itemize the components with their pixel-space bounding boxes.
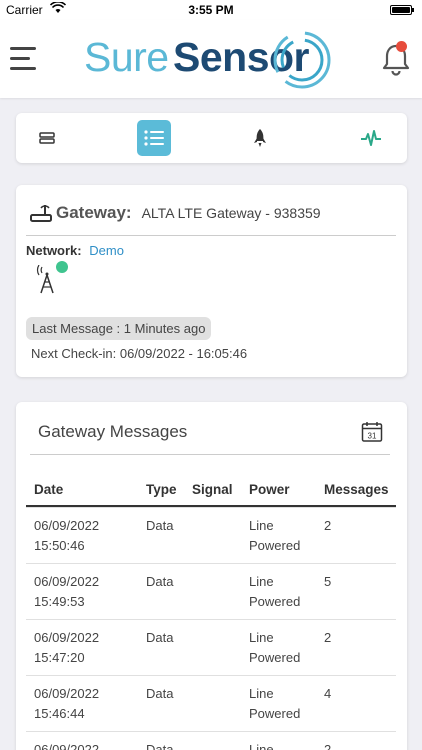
column-header-messages[interactable]: Messages xyxy=(324,480,394,500)
cell-date: 06/09/2022 15:46:44 xyxy=(34,686,100,721)
table-header: Date Type Signal Power Messages xyxy=(26,472,396,507)
cell-messages: 4 xyxy=(324,686,332,701)
battery-icon xyxy=(390,5,414,15)
cell-power: Line Powered xyxy=(249,574,301,609)
cell-power: Line Powered xyxy=(249,518,301,553)
cell-date: 06/09/2022 15:49:53 xyxy=(34,574,100,609)
network-label: Network: xyxy=(26,243,82,258)
cell-power: Line Powered xyxy=(249,686,301,721)
network-row: Network: Demo xyxy=(26,243,124,258)
gateway-name: ALTA LTE Gateway - 938359 xyxy=(141,205,321,221)
divider xyxy=(26,235,396,236)
table-row[interactable]: 06/09/2022 15:50:46 Data Line Powered 2 xyxy=(26,507,396,563)
last-message-badge: Last Message : 1 Minutes ago xyxy=(26,317,212,340)
messages-title: Gateway Messages xyxy=(38,422,188,441)
cell-tower-icon xyxy=(36,265,54,294)
gateway-messages-card: Gateway Messages 31 Date Type Signal Pow… xyxy=(16,402,407,750)
calendar-day: 31 xyxy=(368,432,377,441)
column-header-power[interactable]: Power xyxy=(249,480,321,500)
cell-messages: 2 xyxy=(324,518,332,533)
status-bar: Carrier 3:55 PM xyxy=(0,0,422,20)
gateway-card: Gateway: ALTA LTE Gateway - 938359 Netwo… xyxy=(16,185,407,377)
gateway-label: Gateway: xyxy=(56,203,132,222)
cell-messages: 2 xyxy=(324,742,332,750)
logo-sure-text: Sure xyxy=(84,34,169,80)
clock: 3:55 PM xyxy=(188,3,234,17)
view-tab-bar xyxy=(16,113,407,163)
table-row[interactable]: 06/09/2022 15:49:53 Data Line Powered 5 xyxy=(26,563,396,619)
rocket-icon xyxy=(254,129,266,147)
router-icon xyxy=(30,205,52,222)
cell-type: Data xyxy=(146,518,174,533)
network-link[interactable]: Demo xyxy=(89,243,124,258)
suresensor-logo: Sure Sensor xyxy=(84,30,334,90)
tab-sensors[interactable] xyxy=(30,120,64,156)
table-row[interactable]: 06/09/2022 15:46:44 Data Line Powered 4 xyxy=(26,675,396,731)
app-header: Sure Sensor xyxy=(0,20,422,98)
cell-power: Line xyxy=(249,742,274,750)
list-icon xyxy=(144,130,164,146)
cell-type: Data xyxy=(146,630,174,645)
cell-date: 06/09/2022 xyxy=(34,742,100,750)
online-status-dot xyxy=(56,261,68,273)
column-header-signal[interactable]: Signal xyxy=(192,480,246,500)
column-header-type[interactable]: Type xyxy=(146,480,190,500)
cell-messages: 2 xyxy=(324,630,332,645)
next-checkin-text: Next Check-in: 06/09/2022 - 16:05:46 xyxy=(31,346,248,361)
cell-messages: 5 xyxy=(324,574,332,589)
tab-pulse[interactable] xyxy=(354,120,388,156)
cell-type: Data xyxy=(146,742,174,750)
cell-date: 06/09/2022 15:50:46 xyxy=(34,518,100,553)
cell-type: Data xyxy=(146,574,174,589)
table-row[interactable]: 06/09/2022 15:47:20 Data Line Powered 2 xyxy=(26,619,396,675)
gateway-title: Gateway: ALTA LTE Gateway - 938359 xyxy=(30,203,321,223)
heartbeat-icon xyxy=(361,130,381,146)
messages-table: Date Type Signal Power Messages 06/09/20… xyxy=(26,472,396,750)
calendar-icon[interactable]: 31 xyxy=(361,421,383,443)
tab-list[interactable] xyxy=(137,120,171,156)
notification-badge xyxy=(396,41,407,52)
divider xyxy=(30,454,390,455)
cell-date: 06/09/2022 15:47:20 xyxy=(34,630,100,665)
cell-power: Line Powered xyxy=(249,630,301,665)
server-icon xyxy=(39,132,55,144)
cell-type: Data xyxy=(146,686,174,701)
logo-signal-rings-icon xyxy=(273,31,331,89)
column-header-date[interactable]: Date xyxy=(34,480,144,500)
table-row[interactable]: 06/09/2022 Data Line 2 xyxy=(26,731,396,750)
tab-launch[interactable] xyxy=(243,120,277,156)
hamburger-menu-icon[interactable] xyxy=(10,47,36,71)
